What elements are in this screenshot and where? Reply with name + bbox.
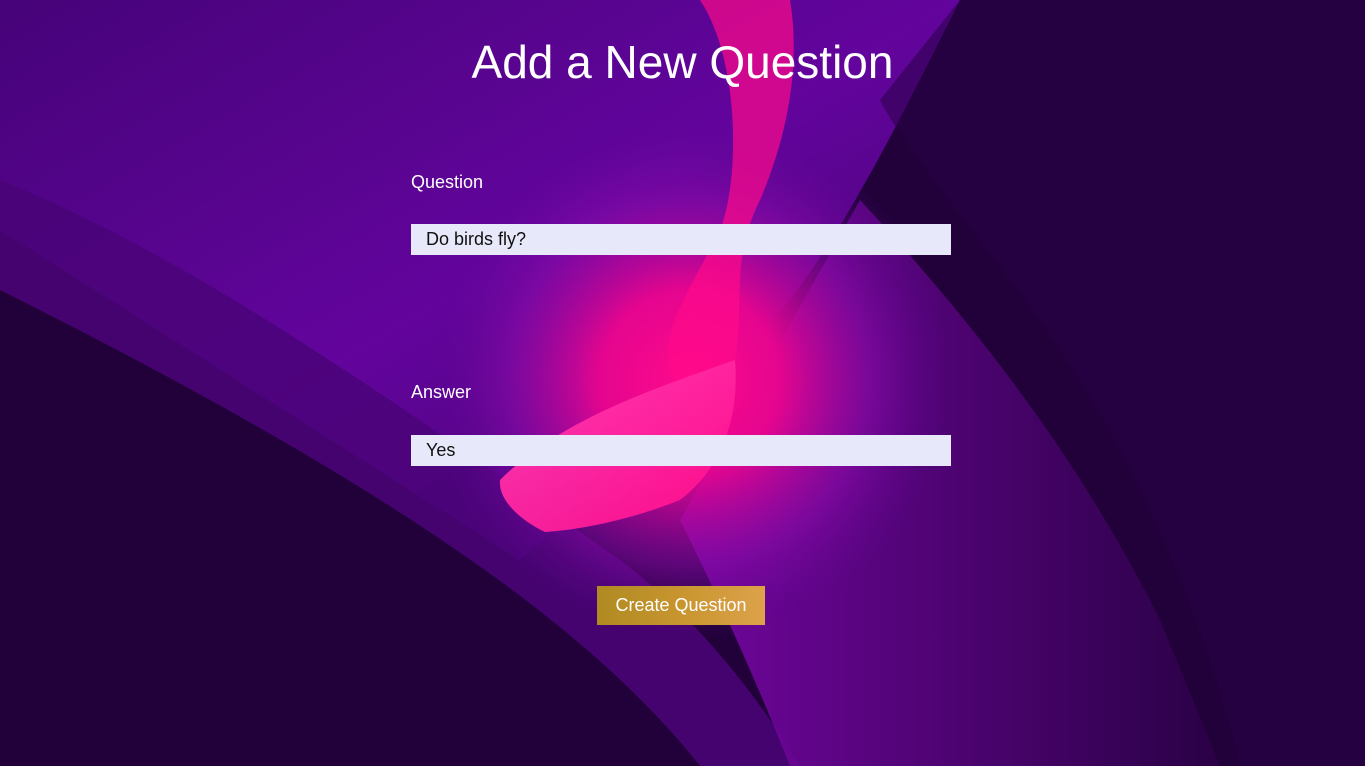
question-input[interactable] [411, 224, 951, 255]
create-question-button[interactable]: Create Question [597, 586, 765, 625]
question-label: Question [411, 172, 484, 192]
abstract-background [0, 0, 1365, 766]
answer-label: Answer [411, 382, 472, 402]
answer-input[interactable] [411, 435, 951, 466]
page-title: Add a New Question [471, 36, 894, 88]
